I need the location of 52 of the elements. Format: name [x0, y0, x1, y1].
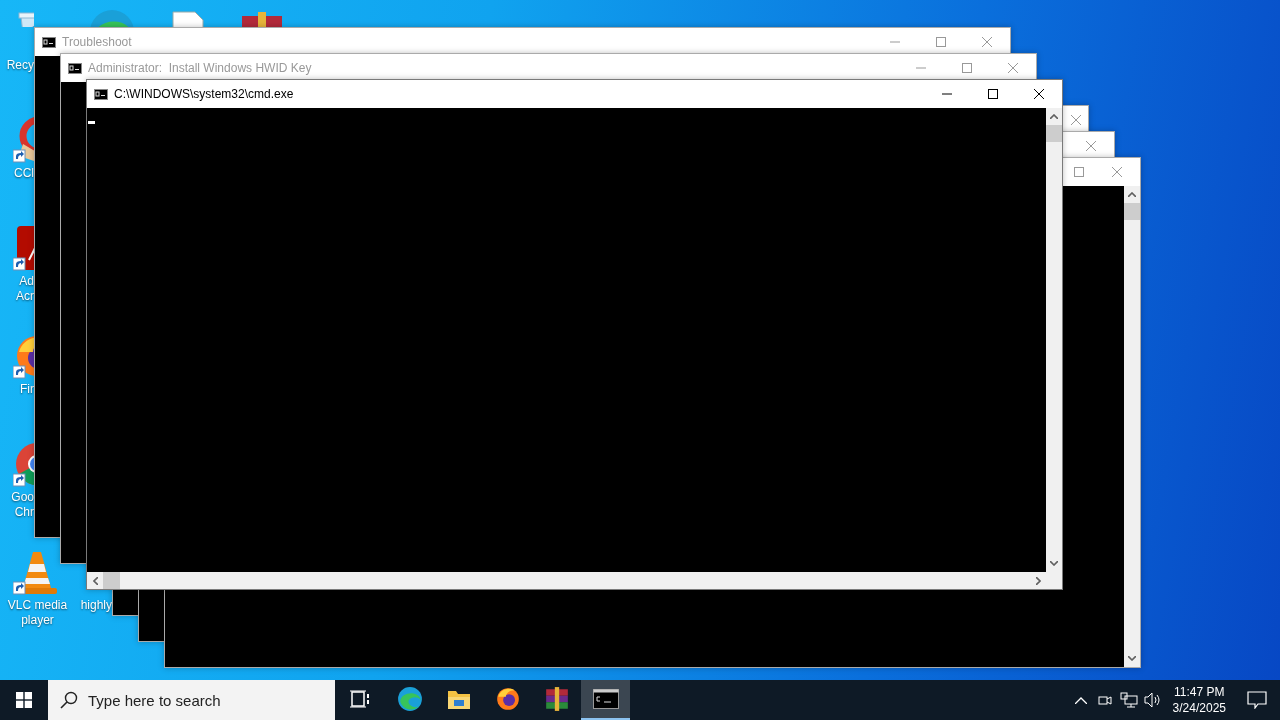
maximize-icon: [988, 89, 998, 99]
speech-bubble-icon: [1247, 691, 1267, 709]
edge-icon: [396, 686, 423, 712]
console-icon: [592, 689, 619, 709]
ccleaner-icon[interactable]: [13, 116, 34, 164]
winrar-icon: [543, 686, 570, 712]
chevron-down-icon: [1128, 656, 1136, 661]
close-icon: [1008, 63, 1018, 73]
desktop-icon-label: Recy: [5, 58, 34, 73]
close-icon: [1070, 115, 1081, 125]
desktop-icon-label: CCl: [13, 166, 34, 181]
console-icon: [94, 88, 108, 100]
window-title: Troubleshoot: [62, 35, 132, 49]
desktop-icon-label: Fir: [19, 382, 34, 397]
chevron-left-icon: [92, 576, 98, 585]
console-icon: [42, 36, 56, 48]
desktop-icon-label: Goo Chr: [10, 490, 34, 520]
close-icon: [1112, 167, 1122, 177]
acrobat-icon[interactable]: [13, 224, 34, 272]
taskbar-clock[interactable]: 11:47 PM 3/24/2025: [1164, 684, 1234, 716]
scroll-thumb[interactable]: [103, 572, 120, 589]
maximize-icon: [962, 63, 972, 73]
vertical-scrollbar[interactable]: [1046, 108, 1062, 572]
desktop-icon-label: VLC media player: [6, 598, 69, 628]
close-icon: [982, 37, 992, 47]
window-title: Administrator: Install Windows HWID Key: [88, 61, 312, 75]
taskbar-app-button[interactable]: [581, 680, 630, 720]
chevron-up-icon: [1074, 696, 1087, 704]
chevron-up-icon: [1128, 192, 1136, 197]
search-icon: [60, 691, 78, 709]
maximize-icon: [1073, 167, 1084, 177]
windows-logo-icon: [16, 692, 32, 708]
scroll-thumb[interactable]: [1046, 125, 1062, 142]
close-icon: [1086, 141, 1096, 151]
console-icon: [68, 62, 82, 74]
desktop-icon-label: highly: [79, 598, 112, 613]
network-icon: [1119, 692, 1138, 708]
task-view-icon: [350, 690, 370, 708]
close-icon: [1034, 89, 1044, 99]
chevron-up-icon: [1050, 114, 1058, 119]
folder-icon: [446, 688, 471, 710]
firefox-icon: [494, 686, 521, 712]
maximize-icon: [936, 37, 946, 47]
camera-icon: [1097, 693, 1112, 707]
search-field[interactable]: Type here to search: [48, 680, 335, 720]
chevron-down-icon: [1050, 561, 1058, 566]
window-title: C:\WINDOWS\system32\cmd.exe: [114, 87, 294, 101]
desktop-icon-label: Ad Acr: [15, 274, 34, 304]
speaker-icon: [1143, 692, 1162, 708]
vertical-scrollbar[interactable]: [1124, 186, 1140, 667]
scroll-thumb[interactable]: [1124, 203, 1140, 220]
chevron-right-icon: [1035, 576, 1041, 585]
